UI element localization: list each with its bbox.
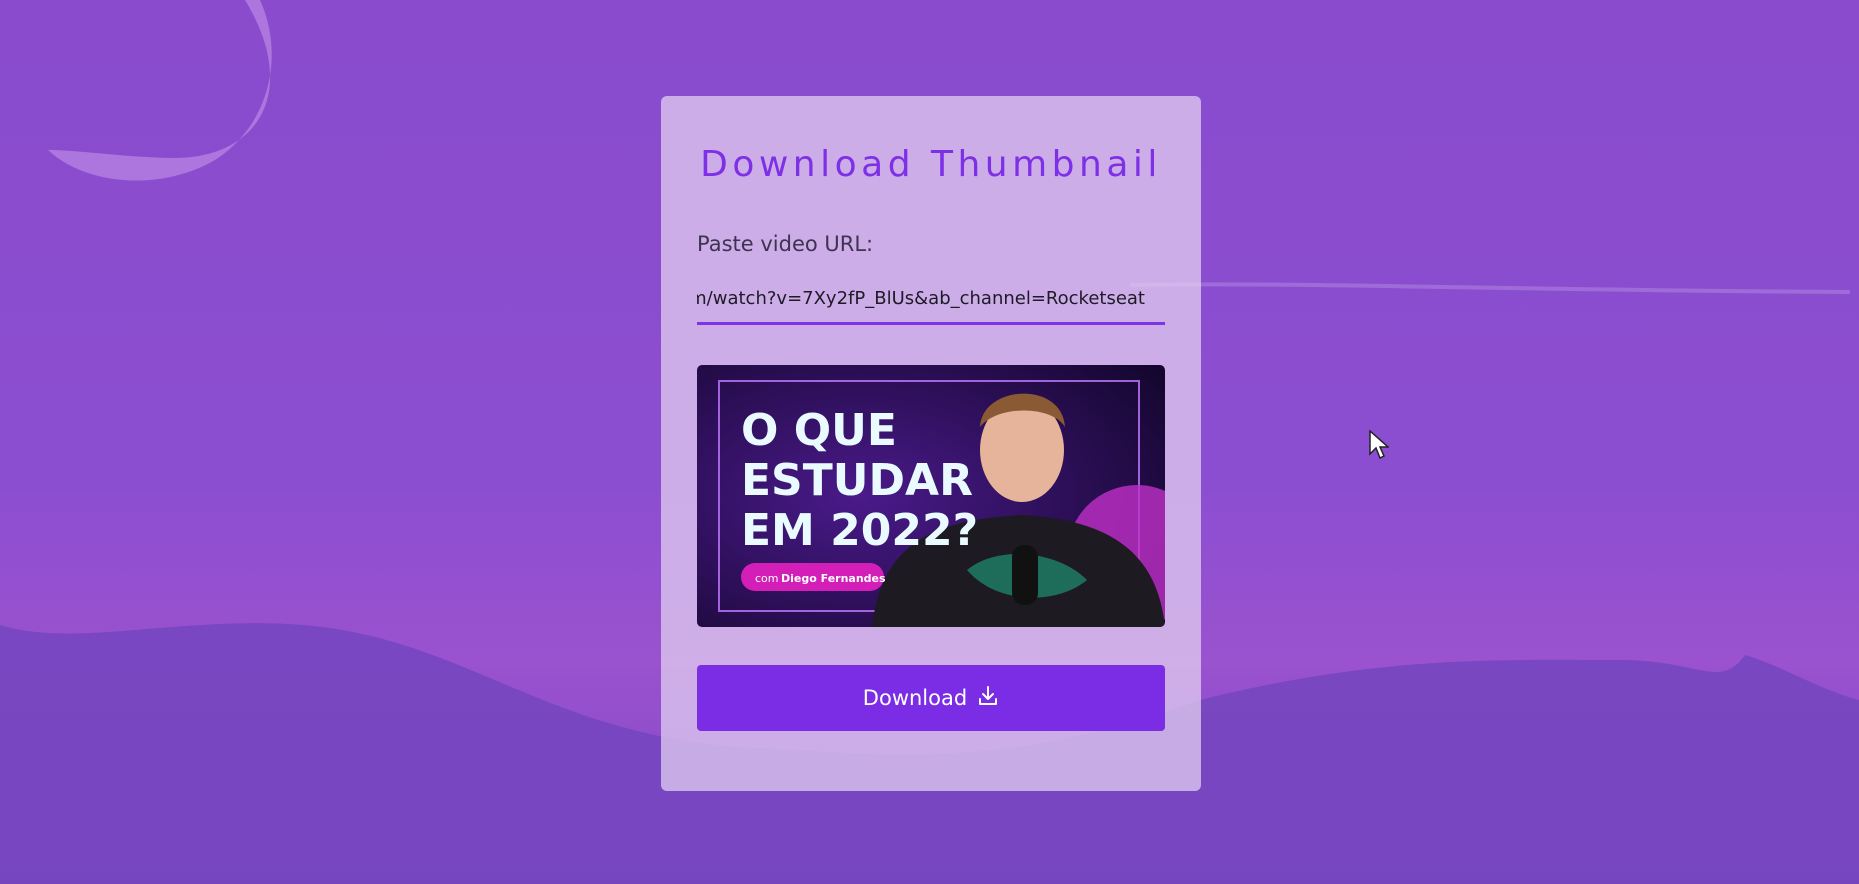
download-icon bbox=[977, 685, 999, 712]
mouse-cursor-icon bbox=[1369, 430, 1389, 460]
url-label: Paste video URL: bbox=[697, 232, 874, 256]
video-thumbnail: O QUE ESTUDAR EM 2022? com Diego Fernand… bbox=[697, 365, 1165, 627]
download-button-label: Download bbox=[862, 686, 968, 710]
video-url-input[interactable]: com/watch?v=7Xy2fP_BlUs&ab_channel=Rocke… bbox=[697, 277, 1165, 325]
microphone bbox=[1012, 545, 1038, 605]
byline-name: Diego Fernandes bbox=[781, 572, 886, 585]
headline-line-2: ESTUDAR bbox=[741, 455, 973, 506]
download-button[interactable]: Download bbox=[697, 665, 1165, 731]
headline-line-3: EM 2022? bbox=[741, 505, 978, 556]
headline-line-1: O QUE bbox=[741, 405, 897, 456]
url-value: com/watch?v=7Xy2fP_BlUs&ab_channel=Rocke… bbox=[697, 288, 1145, 309]
page-title: Download Thumbnail bbox=[700, 144, 1162, 185]
byline-prefix: com bbox=[755, 572, 779, 585]
download-card: Download Thumbnail Paste video URL: com/… bbox=[661, 96, 1201, 791]
moon-decoration bbox=[48, 0, 272, 181]
